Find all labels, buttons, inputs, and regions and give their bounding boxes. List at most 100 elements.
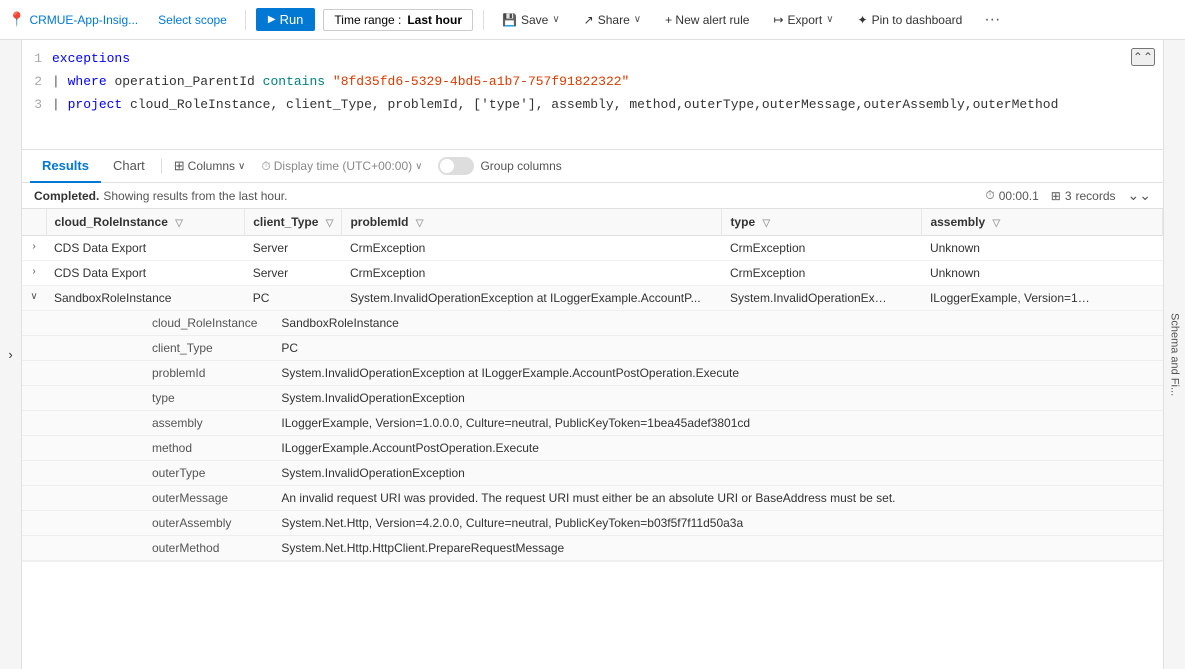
share-button[interactable]: ↗ Share ∨ xyxy=(576,10,649,30)
filter-assembly-icon: ▽ xyxy=(992,218,1000,229)
detail-row: assembly ILoggerExample, Version=1.0.0.0… xyxy=(22,411,1163,436)
query-line-3: 3 | project cloud_RoleInstance, client_T… xyxy=(22,94,1163,117)
cell-client-type: Server xyxy=(245,261,342,286)
detail-row: outerType System.InvalidOperationExcepti… xyxy=(22,461,1163,486)
tab-chart[interactable]: Chart xyxy=(101,150,157,183)
col-label-type: type xyxy=(730,215,755,229)
select-scope-button[interactable]: Select scope xyxy=(150,10,235,30)
detail-value: ILoggerExample.AccountPostOperation.Exec… xyxy=(269,436,1162,461)
pin-dashboard-icon: ✦ xyxy=(858,13,868,27)
toolbar-separator-1 xyxy=(245,10,246,30)
pin-to-dashboard-button[interactable]: ✦ Pin to dashboard xyxy=(850,10,971,30)
display-time-button[interactable]: ⏱ Display time (UTC+00:00) ∨ xyxy=(253,155,430,178)
new-alert-button[interactable]: + New alert rule xyxy=(657,10,757,30)
detail-key: outerType xyxy=(22,461,269,486)
columns-label: Columns xyxy=(188,159,235,173)
time-range-prefix: Time range : xyxy=(334,13,401,27)
cell-problem-id: System.InvalidOperationException at ILog… xyxy=(342,286,722,311)
cell-assembly: Unknown xyxy=(922,236,1163,261)
line-number-2: 2 xyxy=(22,72,52,93)
col-problem-id[interactable]: problemId ▽ xyxy=(342,209,722,236)
query-text-3: | project cloud_RoleInstance, client_Typ… xyxy=(52,95,1058,116)
expand-toggle[interactable]: › xyxy=(22,261,46,286)
export-button[interactable]: ↦ Export ∨ xyxy=(765,10,841,30)
col-assembly[interactable]: assembly ▽ xyxy=(922,209,1163,236)
detail-row: outerAssembly System.Net.Http, Version=4… xyxy=(22,511,1163,536)
detail-key: outerMessage xyxy=(22,486,269,511)
status-bar: Completed. Showing results from the last… xyxy=(22,183,1163,209)
detail-row: problemId System.InvalidOperationExcepti… xyxy=(22,361,1163,386)
save-button[interactable]: 💾 Save ∨ xyxy=(494,10,568,30)
sidebar-right[interactable]: Schema and Fi... xyxy=(1163,40,1185,669)
cell-problem-id: CrmException xyxy=(342,236,722,261)
chevron-left-icon: › xyxy=(8,347,12,362)
schema-label: Schema and Fi... xyxy=(1169,313,1181,396)
toolbar: 📍 CRMUE-App-Insig... Select scope ▶ Run … xyxy=(0,0,1185,40)
records-count: 3 xyxy=(1065,189,1072,203)
line-number-3: 3 xyxy=(22,95,52,116)
table-row: › CDS Data Export Server CrmException Cr… xyxy=(22,236,1163,261)
results-area: Results Chart ⊞ Columns ∨ ⏱ Display time… xyxy=(22,150,1163,669)
columns-button[interactable]: ⊞ Columns ∨ xyxy=(166,154,254,178)
detail-row: method ILoggerExample.AccountPostOperati… xyxy=(22,436,1163,461)
detail-value: PC xyxy=(269,336,1162,361)
detail-key: method xyxy=(22,436,269,461)
group-columns-label: Group columns xyxy=(480,159,561,173)
detail-row: outerMessage An invalid request URI was … xyxy=(22,486,1163,511)
cell-client-type: Server xyxy=(245,236,342,261)
status-records: ⊞ 3 records xyxy=(1051,189,1116,203)
query-line-2: 2 | where operation_ParentId contains "8… xyxy=(22,71,1163,94)
collapse-editor-button[interactable]: ⌃⌃ xyxy=(1131,48,1155,66)
query-line-1: 1 exceptions xyxy=(22,48,1163,71)
table-row: ∨ SandboxRoleInstance PC System.InvalidO… xyxy=(22,286,1163,311)
expand-toggle[interactable]: › xyxy=(22,236,46,261)
col-cloud-role-instance[interactable]: cloud_RoleInstance ▽ xyxy=(46,209,245,236)
query-text-2: | where operation_ParentId contains "8fd… xyxy=(52,72,629,93)
detail-row: cloud_RoleInstance SandboxRoleInstance xyxy=(22,311,1163,336)
app-name: CRMUE-App-Insig... xyxy=(29,13,138,27)
expand-toggle[interactable]: ∨ xyxy=(22,286,46,311)
group-columns-switch[interactable] xyxy=(438,157,474,175)
run-button[interactable]: ▶ Run xyxy=(256,8,316,31)
col-label-cloud-role: cloud_RoleInstance xyxy=(55,215,168,229)
cell-type: System.InvalidOperationExce... xyxy=(722,286,922,311)
detail-value: System.Net.Http.HttpClient.PrepareReques… xyxy=(269,536,1162,561)
col-client-type[interactable]: client_Type ▽ xyxy=(245,209,342,236)
detail-key: problemId xyxy=(22,361,269,386)
detail-value: An invalid request URI was provided. The… xyxy=(269,486,1162,511)
detail-value: SandboxRoleInstance xyxy=(269,311,1162,336)
col-type[interactable]: type ▽ xyxy=(722,209,922,236)
query-editor: 1 exceptions 2 | where operation_ParentI… xyxy=(22,40,1163,150)
table-icon: ⊞ xyxy=(1051,189,1061,203)
line-number-1: 1 xyxy=(22,49,52,70)
detail-row: client_Type PC xyxy=(22,336,1163,361)
filter-cloud-role-icon: ▽ xyxy=(175,218,183,229)
table-body: › CDS Data Export Server CrmException Cr… xyxy=(22,236,1163,562)
main-content: › 1 exceptions 2 | where operation_Paren… xyxy=(0,40,1185,669)
save-icon: 💾 xyxy=(502,13,517,27)
clock-icon: ⏱ xyxy=(261,159,270,174)
app-logo: 📍 CRMUE-App-Insig... xyxy=(8,11,138,28)
cell-assembly: Unknown xyxy=(922,261,1163,286)
cell-problem-id: CrmException xyxy=(342,261,722,286)
pin-dashboard-label: Pin to dashboard xyxy=(872,13,963,27)
time-range-value: Last hour xyxy=(407,13,462,27)
pin-icon: 📍 xyxy=(8,11,25,28)
group-columns-toggle: Group columns xyxy=(438,157,561,175)
columns-chevron-icon: ∨ xyxy=(238,161,245,172)
filter-problem-id-icon: ▽ xyxy=(416,218,424,229)
time-range-button[interactable]: Time range : Last hour xyxy=(323,9,473,31)
table-header: cloud_RoleInstance ▽ client_Type ▽ probl… xyxy=(22,209,1163,236)
records-label: records xyxy=(1076,189,1116,203)
cell-assembly: ILoggerExample, Version=1.0. xyxy=(922,286,1163,311)
detail-key: assembly xyxy=(22,411,269,436)
tab-results[interactable]: Results xyxy=(30,150,101,183)
filter-client-type-icon: ▽ xyxy=(326,218,334,229)
sidebar-left-toggle[interactable]: › xyxy=(0,40,22,669)
status-time: ⏱ 00:00.1 xyxy=(985,188,1038,203)
expand-all-button[interactable]: ⌄⌄ xyxy=(1128,187,1151,204)
query-text-1: exceptions xyxy=(52,49,130,70)
more-options-button[interactable]: ··· xyxy=(978,8,1006,32)
detail-key: client_Type xyxy=(22,336,269,361)
query-time: 00:00.1 xyxy=(999,189,1039,203)
